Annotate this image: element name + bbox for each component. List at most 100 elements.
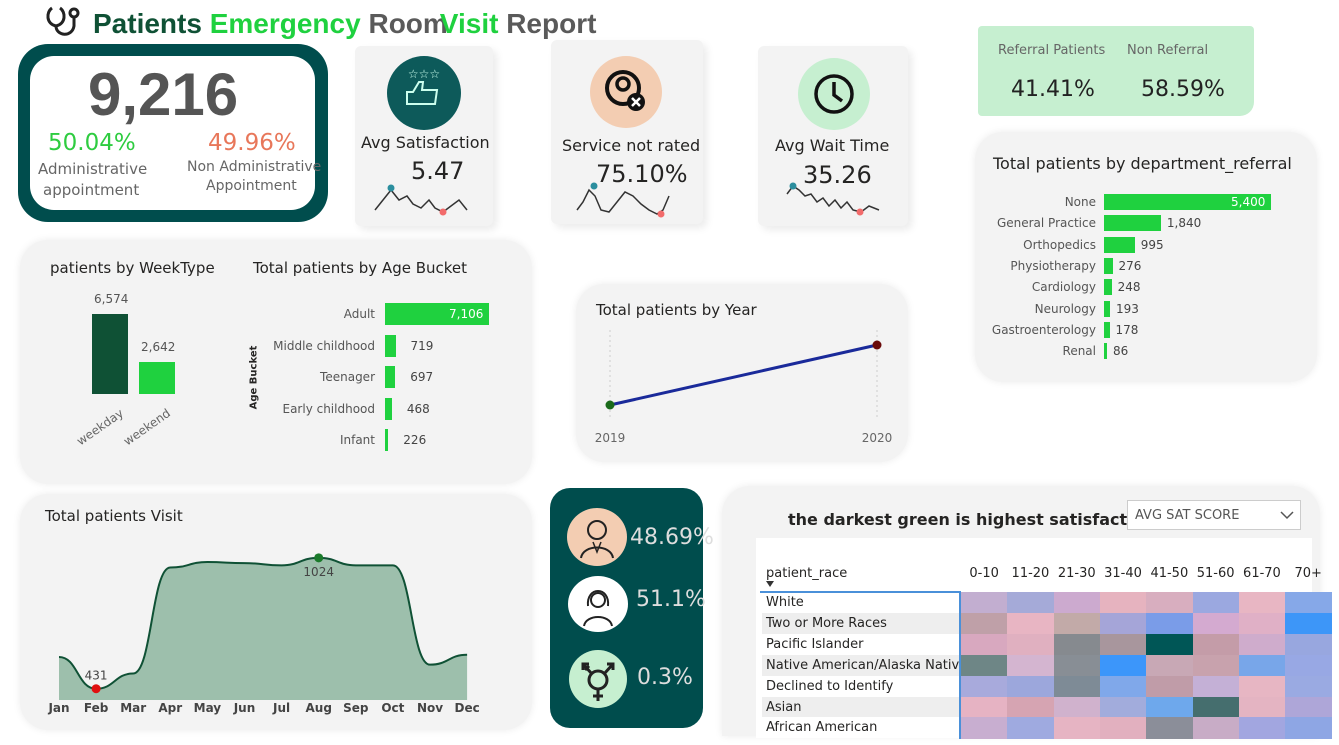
heatmap-cell[interactable]: [961, 633, 1008, 656]
heatmap-cell[interactable]: [1007, 592, 1055, 614]
heatmap-cell[interactable]: [1099, 612, 1147, 635]
heatmap-cell[interactable]: [1007, 696, 1055, 718]
weektype-bar[interactable]: [139, 361, 175, 394]
heatmap-cell[interactable]: [1146, 592, 1193, 614]
heatmap-cell[interactable]: [1285, 717, 1332, 739]
age-category-label: Adult: [343, 307, 375, 321]
heatmap-cell[interactable]: [1053, 696, 1101, 718]
heatmap-cell[interactable]: [1192, 654, 1240, 677]
heatmap-cell[interactable]: [1285, 654, 1332, 677]
heatmap-cell[interactable]: [1099, 654, 1147, 677]
heatmap-cell[interactable]: [1285, 696, 1332, 718]
heatmap-column-header[interactable]: 41-50: [1146, 566, 1192, 581]
heatmap-cell[interactable]: [1053, 612, 1101, 635]
dept-bar[interactable]: [1104, 236, 1135, 253]
heatmap-cell[interactable]: [1146, 717, 1193, 739]
not-rated-sparkline: [576, 182, 670, 218]
heatmap-cell[interactable]: [1192, 717, 1240, 739]
year-line: [609, 343, 878, 407]
heatmap-cell[interactable]: [1099, 592, 1147, 614]
heatmap-cell[interactable]: [1146, 675, 1193, 697]
heatmap-cell[interactable]: [1053, 654, 1101, 677]
dept-bar[interactable]: [1104, 215, 1161, 232]
heatmap-cell[interactable]: [1099, 633, 1147, 656]
heatmap-cell[interactable]: [1192, 612, 1240, 635]
heatmap-cell[interactable]: [1238, 612, 1286, 635]
heatmap-cell[interactable]: [1007, 675, 1055, 697]
heatmap-cell[interactable]: [1007, 717, 1055, 739]
dept-bar[interactable]: [1104, 257, 1113, 274]
heatmap-cell[interactable]: [961, 612, 1008, 635]
dept-value-label: 86: [1113, 344, 1129, 359]
heatmap-cell[interactable]: [1007, 612, 1055, 635]
chevron-down-icon: [1280, 511, 1294, 520]
heatmap-cell[interactable]: [961, 717, 1008, 739]
age-bar[interactable]: [385, 366, 396, 389]
heatmap-cell[interactable]: [1146, 696, 1193, 718]
heatmap-cell[interactable]: [1192, 633, 1240, 656]
visits-area-chart: 431 1024 Jan Feb Mar Apr May Jun Jul Aug Sep Oct Nov…: [47, 553, 480, 715]
heatmap-cell[interactable]: [961, 654, 1008, 677]
dept-bar[interactable]: [1104, 279, 1112, 296]
dept-category-label: Neurology: [1034, 301, 1096, 316]
heatmap-cell[interactable]: [1238, 675, 1286, 697]
heatmap-cell[interactable]: [1146, 633, 1193, 656]
heatmap-cell[interactable]: [1285, 612, 1332, 635]
heatmap-cell[interactable]: [1099, 717, 1147, 739]
heatmap-cell[interactable]: [1285, 675, 1332, 697]
heatmap-cell[interactable]: [1146, 654, 1193, 677]
heatmap-cell[interactable]: [1053, 717, 1101, 739]
heatmap-cell[interactable]: [1007, 654, 1055, 677]
heatmap-cell[interactable]: [1053, 675, 1101, 697]
heatmap-row-header[interactable]: patient_race: [766, 566, 847, 581]
heatmap-column-header[interactable]: 31-40: [1100, 566, 1146, 581]
dept-bar[interactable]: [1104, 300, 1110, 317]
heatmap-cell[interactable]: [1238, 696, 1286, 718]
dept-bar[interactable]: [1104, 343, 1107, 360]
heatmap-cell[interactable]: [1238, 717, 1286, 739]
heatmap-column-header[interactable]: 51-60: [1193, 566, 1239, 581]
heatmap-cell[interactable]: [1192, 675, 1240, 697]
male-pct: 48.69%: [630, 525, 714, 550]
dept-bar[interactable]: [1104, 321, 1110, 338]
thumbs-up-stars-icon: ☆☆☆: [387, 56, 461, 130]
heatmap-cell[interactable]: [961, 592, 1008, 614]
heatmap-cell[interactable]: [1285, 633, 1332, 656]
heatmap-cell[interactable]: [961, 675, 1008, 697]
year-point[interactable]: [872, 340, 882, 350]
age-bar[interactable]: [385, 397, 392, 420]
year-point[interactable]: [605, 400, 615, 410]
heatmap-cell[interactable]: [1053, 633, 1101, 656]
year-chart-title: Total patients by Year: [596, 301, 757, 319]
age-bar[interactable]: [385, 429, 389, 452]
age-bar[interactable]: [385, 334, 396, 357]
heatmap-cell[interactable]: [1285, 592, 1332, 614]
visits-min-point[interactable]: [91, 684, 101, 694]
heatmap-cell[interactable]: [1238, 654, 1286, 677]
non-referral-value: 58.59%: [1141, 77, 1225, 102]
heatmap-column-header[interactable]: 21-30: [1054, 566, 1100, 581]
heatmap-column-header[interactable]: 11-20: [1007, 566, 1053, 581]
weektype-bar[interactable]: [92, 314, 128, 394]
visits-month-label: Dec: [454, 701, 479, 715]
heatmap-cell[interactable]: [1192, 696, 1240, 718]
satisfaction-sparkline: [374, 184, 468, 216]
sort-desc-icon[interactable]: [766, 581, 774, 587]
heatmap-cell[interactable]: [1238, 633, 1286, 656]
age-category-label: Middle childhood: [273, 338, 375, 353]
heatmap-cell[interactable]: [1238, 592, 1286, 614]
visits-max-point[interactable]: [314, 553, 324, 563]
heatmap-cell[interactable]: [1007, 633, 1055, 656]
heatmap-column-header[interactable]: 61-70: [1239, 566, 1285, 581]
heatmap-cell[interactable]: [961, 696, 1008, 718]
heatmap-cell[interactable]: [1099, 696, 1147, 718]
heatmap-column-header[interactable]: 0-10: [961, 566, 1007, 581]
sat-score-dropdown[interactable]: AVG SAT SCORE: [1127, 500, 1301, 530]
heatmap-cell[interactable]: [1146, 612, 1193, 635]
heatmap-cell[interactable]: [1192, 592, 1240, 614]
heatmap-cell[interactable]: [1099, 675, 1147, 697]
visits-min-label: 431: [85, 669, 108, 683]
heatmap-cell[interactable]: [1053, 592, 1101, 614]
dept-category-label: Gastroenterology: [991, 322, 1096, 337]
heatmap-column-header[interactable]: 70+: [1285, 566, 1331, 581]
